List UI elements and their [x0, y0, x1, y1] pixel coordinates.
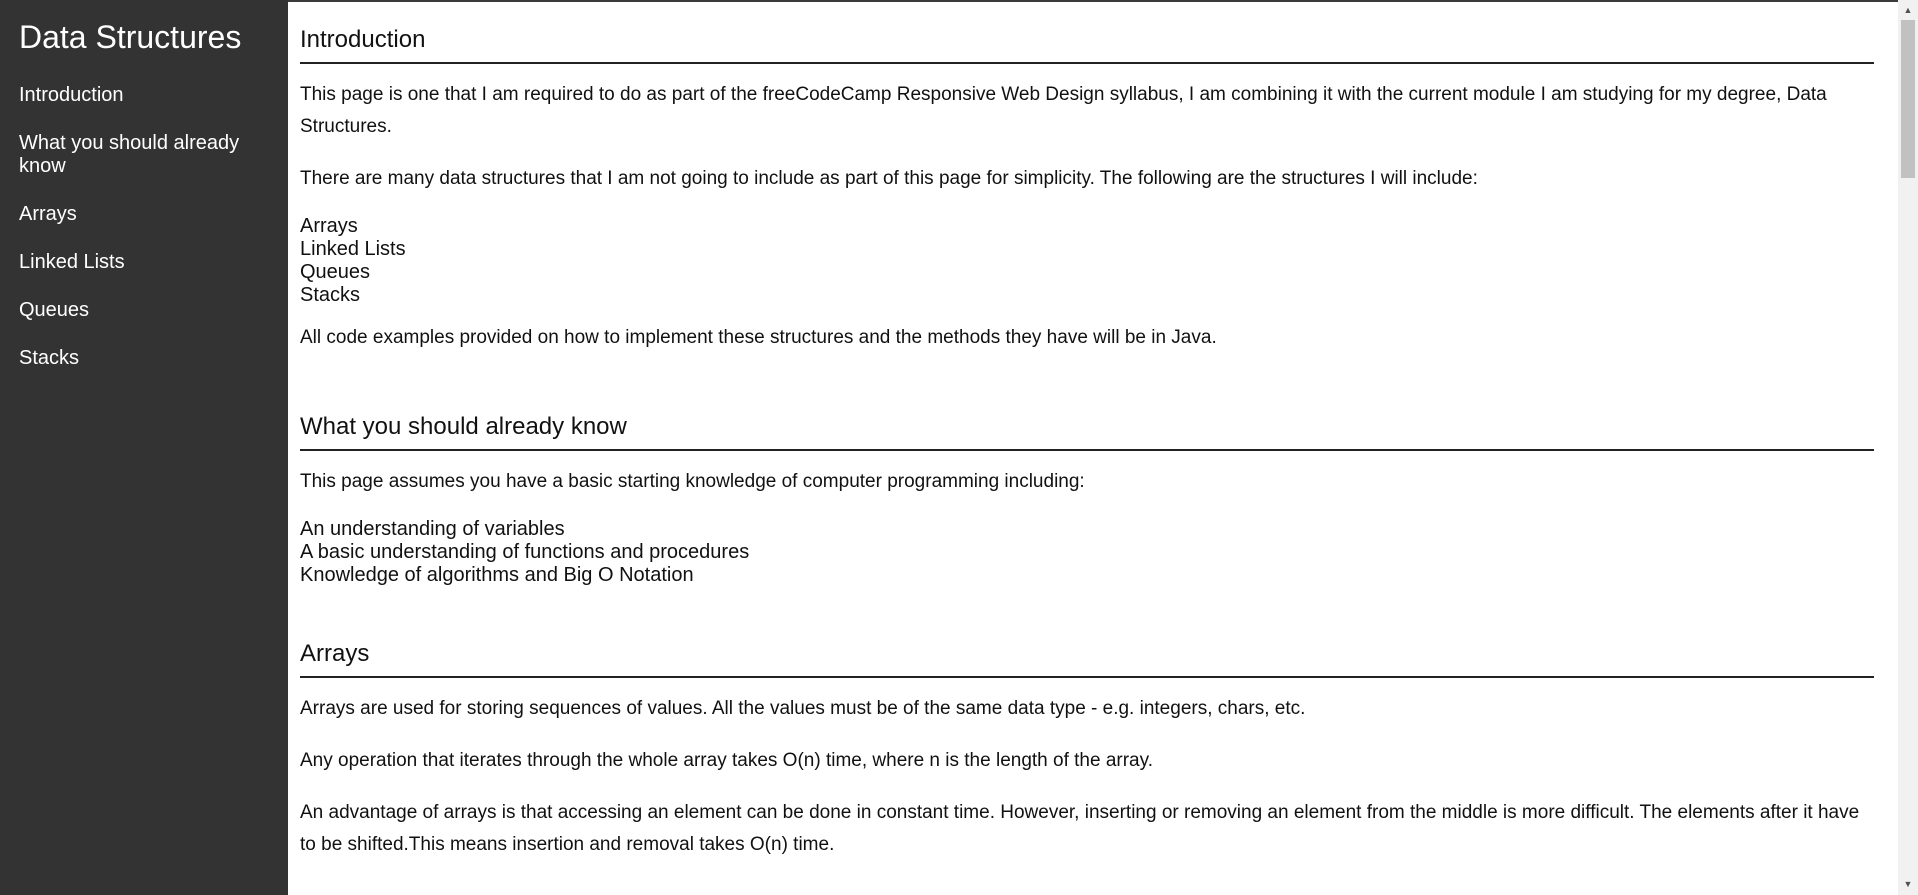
nav-item-what-you-should-know: What you should already know	[19, 132, 259, 178]
list-item: A basic understanding of functions and p…	[300, 541, 750, 563]
introduction-paragraph-1: This page is one that I am required to d…	[300, 84, 1827, 137]
nav-item-stacks: Stacks	[19, 347, 259, 370]
prerequisites-paragraph-1: This page assumes you have a basic start…	[300, 471, 1085, 492]
nav-link-stacks[interactable]: Stacks	[19, 347, 259, 370]
nav-list: Introduction What you should already kno…	[19, 84, 259, 395]
main-content: Introduction This page is one that I am …	[300, 0, 1874, 895]
nav-item-queues: Queues	[19, 299, 259, 322]
nav-link-arrays[interactable]: Arrays	[19, 203, 259, 226]
list-item: Linked Lists	[300, 238, 406, 260]
arrays-paragraph-3: An advantage of arrays is that accessing…	[300, 802, 1860, 855]
section-what-you-should-know: What you should already know This page a…	[300, 413, 1874, 587]
section-header-introduction: Introduction	[300, 26, 1874, 64]
scrollbar-thumb[interactable]	[1901, 20, 1915, 178]
list-item: Stacks	[300, 284, 361, 306]
nav-item-arrays: Arrays	[19, 203, 259, 226]
introduction-structure-list: Arrays Linked Lists Queues Stacks	[300, 215, 1874, 307]
nav-link-queues[interactable]: Queues	[19, 299, 259, 322]
nav-link-what-you-should-know[interactable]: What you should already know	[19, 132, 259, 178]
introduction-paragraph-3: All code examples provided on how to imp…	[300, 327, 1217, 348]
list-item: Knowledge of algorithms and Big O Notati…	[300, 564, 694, 586]
list-item: Arrays	[300, 215, 358, 237]
nav-link-linked-lists[interactable]: Linked Lists	[19, 251, 259, 274]
scroll-down-arrow-icon[interactable]: ▼	[1898, 876, 1918, 893]
vertical-scrollbar[interactable]: ▲ ▼	[1898, 0, 1918, 895]
section-arrays: Arrays Arrays are used for storing seque…	[300, 640, 1874, 861]
nav-link-introduction[interactable]: Introduction	[19, 84, 259, 107]
arrays-paragraph-1: Arrays are used for storing sequences of…	[300, 698, 1306, 719]
page: Data Structures Introduction What you sh…	[0, 0, 1918, 895]
list-item: An understanding of variables	[300, 518, 565, 540]
scroll-up-arrow-icon[interactable]: ▲	[1898, 2, 1918, 19]
nav-item-introduction: Introduction	[19, 84, 259, 107]
prerequisites-list: An understanding of variables A basic un…	[300, 518, 1874, 587]
section-header-what-you-should-know: What you should already know	[300, 413, 1874, 451]
section-header-arrays: Arrays	[300, 640, 1874, 678]
navbar-title: Data Structures	[19, 19, 242, 55]
navbar: Data Structures Introduction What you sh…	[0, 0, 288, 895]
introduction-paragraph-2: There are many data structures that I am…	[300, 168, 1478, 189]
section-introduction: Introduction This page is one that I am …	[300, 26, 1874, 354]
nav-item-linked-lists: Linked Lists	[19, 251, 259, 274]
list-item: Queues	[300, 261, 371, 283]
arrays-paragraph-2: Any operation that iterates through the …	[300, 750, 1153, 771]
